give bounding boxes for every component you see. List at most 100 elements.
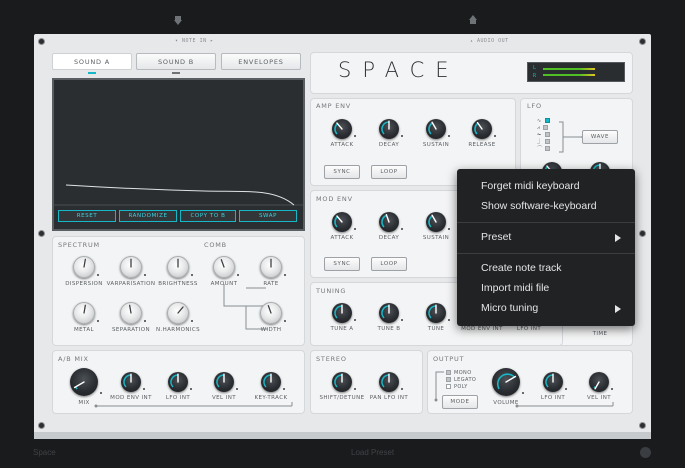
stereo-shift-detune-knob[interactable]: [332, 372, 352, 392]
dispersion-knob[interactable]: [73, 256, 95, 278]
audio-out-label[interactable]: ▴ AUDIO OUT: [470, 38, 509, 44]
abmix-lfo-int-knob[interactable]: [168, 372, 188, 392]
knob-range-dot: [97, 274, 99, 276]
meter-bar-l: [543, 68, 595, 70]
knob-range-dot: [236, 388, 238, 390]
separation-knob[interactable]: [120, 302, 142, 324]
n-harmonics-label: N.HARMONICS: [155, 327, 201, 333]
output-mode-button[interactable]: MODE: [442, 395, 478, 409]
knob-range-dot: [190, 388, 192, 390]
abmix-key-track-label: KEY-TRACK: [254, 395, 288, 401]
comb-title: COMB: [204, 241, 227, 249]
knob-range-dot: [401, 228, 403, 230]
tab-envelopes[interactable]: ENVELOPES: [221, 53, 301, 70]
knob-range-dot: [144, 274, 146, 276]
amp-decay-knob[interactable]: [379, 119, 399, 139]
ab-mix-connector-line: [94, 402, 293, 408]
amp-sync-button[interactable]: SYNC: [324, 165, 360, 179]
power-icon[interactable]: [640, 447, 651, 458]
tuning-lfo-int-label: LFO INT: [516, 326, 542, 332]
stereo-pan-lfo-int-knob[interactable]: [379, 372, 399, 392]
comb-rate-knob[interactable]: [260, 256, 282, 278]
spectrum-title: SPECTRUM: [58, 241, 100, 249]
screw-icon: [639, 422, 646, 429]
menu-item-micro-tuning[interactable]: Micro tuning: [481, 302, 538, 314]
load-preset-button[interactable]: Load Preset: [351, 448, 394, 457]
tuning-tune-a-knob[interactable]: [332, 303, 352, 323]
mod-loop-button[interactable]: LOOP: [371, 257, 407, 271]
copy-to-b-button[interactable]: COPY TO B: [180, 210, 236, 222]
menu-separator: [457, 253, 635, 254]
abmix-mod-env-int-knob[interactable]: [121, 372, 141, 392]
menu-item-forget-midi-keyboard[interactable]: Forget midi keyboard: [481, 180, 580, 192]
audio-out-arrow-icon: [469, 15, 477, 24]
amp-release-knob[interactable]: [472, 119, 492, 139]
spectrum-display[interactable]: [52, 78, 305, 231]
output-volume-knob[interactable]: [492, 368, 520, 396]
screw-icon: [38, 422, 45, 429]
output-mode-poly[interactable]: POLY: [446, 383, 476, 390]
output-mode-mono[interactable]: MONO: [446, 369, 476, 376]
tab-sound-b[interactable]: SOUND B: [136, 53, 216, 70]
context-menu: Forget midi keyboard Show software-keybo…: [457, 169, 635, 326]
output-vel-int-label: VEL INT: [587, 395, 611, 401]
tab-indicator-active: [88, 72, 96, 74]
swap-button[interactable]: SWAP: [239, 210, 297, 222]
lfo-title: LFO: [527, 102, 542, 110]
knob-range-dot: [97, 320, 99, 322]
mod-sustain-knob[interactable]: [426, 212, 446, 232]
mod-decay-knob[interactable]: [379, 212, 399, 232]
screw-icon: [639, 38, 646, 45]
knob-range-dot: [401, 135, 403, 137]
mix-knob[interactable]: [70, 368, 98, 396]
varparisation-knob[interactable]: [120, 256, 142, 278]
submenu-arrow-icon: [615, 234, 621, 242]
knob-range-dot: [284, 274, 286, 276]
screw-icon: [38, 38, 45, 45]
lfo-wave-button[interactable]: WAVE: [582, 130, 618, 144]
plugin-bottom-strip: [34, 432, 651, 439]
knob-range-dot: [401, 319, 403, 321]
knob-range-dot: [448, 228, 450, 230]
output-lfo-int-knob[interactable]: [543, 372, 563, 392]
knob-range-dot: [494, 135, 496, 137]
tab-sound-a[interactable]: SOUND A: [52, 53, 132, 70]
knob-range-dot: [100, 392, 102, 394]
metal-knob[interactable]: [73, 302, 95, 324]
menu-item-create-note-track[interactable]: Create note track: [481, 262, 562, 274]
amp-loop-button[interactable]: LOOP: [371, 165, 407, 179]
amp-env-title: AMP ENV: [316, 102, 352, 110]
meter-bar-r: [543, 74, 595, 76]
brightness-knob[interactable]: [167, 256, 189, 278]
knob-range-dot: [448, 135, 450, 137]
amp-sustain-knob[interactable]: [426, 119, 446, 139]
n-harmonics-knob[interactable]: [167, 302, 189, 324]
app-title: SPACE: [338, 58, 460, 82]
comb-width-label: WIDTH: [260, 327, 282, 333]
menu-item-import-midi-file[interactable]: Import midi file: [481, 282, 549, 294]
amp-attack-knob[interactable]: [332, 119, 352, 139]
meter-label-r: R: [533, 73, 537, 79]
output-title: OUTPUT: [433, 355, 465, 363]
menu-item-show-software-keyboard[interactable]: Show software-keyboard: [481, 200, 597, 212]
mod-attack-knob[interactable]: [332, 212, 352, 232]
abmix-vel-int-knob[interactable]: [214, 372, 234, 392]
comb-width-knob[interactable]: [260, 302, 282, 324]
device-name-label[interactable]: Space: [33, 448, 56, 457]
note-in-label[interactable]: ▾ NOTE IN ▸: [175, 38, 214, 44]
knob-range-dot: [448, 319, 450, 321]
menu-item-preset[interactable]: Preset: [481, 231, 511, 243]
knob-range-dot: [565, 388, 567, 390]
randomize-button[interactable]: RANDOMIZE: [119, 210, 177, 222]
mod-sync-button[interactable]: SYNC: [324, 257, 360, 271]
abmix-key-track-knob[interactable]: [261, 372, 281, 392]
knob-range-dot: [237, 274, 239, 276]
output-vel-int-knob[interactable]: [589, 372, 609, 392]
comb-amount-knob[interactable]: [213, 256, 235, 278]
tuning-tune-knob[interactable]: [426, 303, 446, 323]
tuning-tune-b-knob[interactable]: [379, 303, 399, 323]
output-mode-legato[interactable]: LEGATO: [446, 376, 476, 383]
reset-button[interactable]: RESET: [58, 210, 116, 222]
knob-range-dot: [354, 388, 356, 390]
comb-rate-label: RATE: [263, 281, 279, 287]
